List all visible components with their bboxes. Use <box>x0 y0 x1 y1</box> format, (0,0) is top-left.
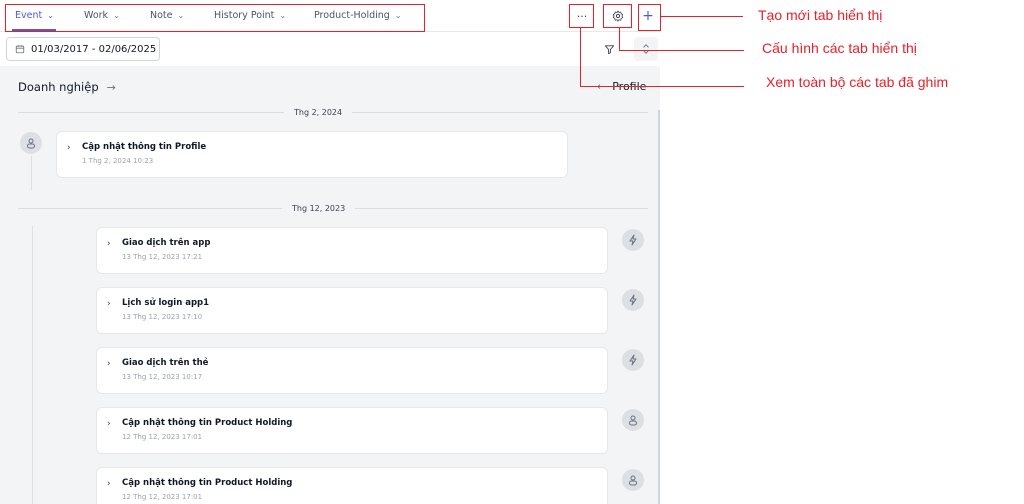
user-icon <box>629 415 637 425</box>
chevron-right-icon: › <box>67 143 71 153</box>
panel-scrollbar[interactable] <box>658 110 660 504</box>
event-title: Giao dịch trên app <box>122 238 211 248</box>
date-range-picker[interactable]: 01/03/2017 - 02/06/2025 <box>6 37 160 61</box>
annotation-config-tabs: Cấu hình các tab hiển thị <box>762 40 917 56</box>
annotation-line-config <box>619 50 744 51</box>
annotation-line-pinned <box>580 86 744 87</box>
timeline-connector <box>31 156 32 190</box>
event-type-avatar <box>622 469 644 491</box>
event-time: 1 Thg 2, 2024 10:23 <box>82 157 154 165</box>
more-highlight-box <box>569 4 594 28</box>
user-icon <box>629 475 637 485</box>
event-title: Giao dịch trên thẻ <box>122 358 209 368</box>
event-card[interactable]: › Lịch sử login app1 13 Thg 12, 2023 17:… <box>96 287 608 334</box>
event-card[interactable]: › Giao dịch trên thẻ 13 Thg 12, 2023 10:… <box>96 347 608 394</box>
event-time: 12 Thg 12, 2023 17:01 <box>122 493 203 501</box>
lightning-icon <box>629 234 637 246</box>
sort-icon <box>643 44 649 54</box>
event-type-avatar <box>20 132 42 154</box>
event-type-avatar <box>622 409 644 431</box>
separator-line <box>352 111 648 113</box>
event-card[interactable]: › Cập nhật thông tin Product Holding 12 … <box>96 407 608 454</box>
month-separator: Thg 2, 2024 <box>18 105 648 119</box>
event-title: Cập nhật thông tin Profile <box>82 142 207 152</box>
separator-line <box>355 207 648 209</box>
separator-line <box>18 111 284 113</box>
event-title: Cập nhật thông tin Product Holding <box>122 478 293 488</box>
annotation-line-config-v <box>619 28 620 50</box>
calendar-icon <box>15 45 25 54</box>
chevron-right-icon: › <box>107 299 111 309</box>
chevron-right-icon: › <box>107 239 111 249</box>
separator-line <box>18 207 282 209</box>
lightning-icon <box>629 354 637 366</box>
event-time: 13 Thg 12, 2023 17:10 <box>122 313 203 321</box>
chevron-right-icon: › <box>107 479 111 489</box>
annotation-view-pinned: Xem toàn bộ các tab đã ghim <box>766 74 949 90</box>
event-title: Cập nhật thông tin Product Holding <box>122 418 293 428</box>
annotation-line-add <box>661 16 743 17</box>
month-label: Thg 12, 2023 <box>292 203 346 213</box>
event-time: 12 Thg 12, 2023 17:01 <box>122 433 203 441</box>
event-type-avatar <box>622 229 644 251</box>
lightning-icon <box>629 294 637 306</box>
event-type-avatar <box>622 289 644 311</box>
timeline-connector <box>32 226 33 504</box>
month-label: Thg 2, 2024 <box>294 107 343 117</box>
event-title: Lịch sử login app1 <box>122 298 210 308</box>
arrow-right-icon: → <box>106 80 116 94</box>
event-card[interactable]: › Cập nhật thông tin Profile 1 Thg 2, 20… <box>56 131 568 178</box>
filter-button[interactable] <box>597 37 621 61</box>
event-card[interactable]: › Giao dịch trên app 13 Thg 12, 2023 17:… <box>96 227 608 274</box>
annotation-add-tab: Tạo mới tab hiển thị <box>758 7 883 23</box>
tabs-highlight-box <box>5 4 425 32</box>
chevron-right-icon: › <box>107 359 111 369</box>
user-icon <box>27 138 35 148</box>
section-title[interactable]: Doanh nghiệp → <box>18 80 116 94</box>
add-highlight-box <box>638 4 661 31</box>
event-time: 13 Thg 12, 2023 10:17 <box>122 373 203 381</box>
chevron-right-icon: › <box>107 419 111 429</box>
month-separator: Thg 12, 2023 <box>18 201 648 215</box>
section-title-text: Doanh nghiệp <box>18 80 99 94</box>
date-range-value: 01/03/2017 - 02/06/2025 <box>31 43 157 55</box>
event-card[interactable]: › Cập nhật thông tin Product Holding 12 … <box>96 467 608 504</box>
filter-icon <box>604 44 614 54</box>
event-type-avatar <box>622 349 644 371</box>
event-time: 13 Thg 12, 2023 17:21 <box>122 253 203 261</box>
annotation-line-pinned-v <box>580 28 581 86</box>
sort-button[interactable] <box>634 37 658 61</box>
settings-highlight-box <box>603 4 632 28</box>
